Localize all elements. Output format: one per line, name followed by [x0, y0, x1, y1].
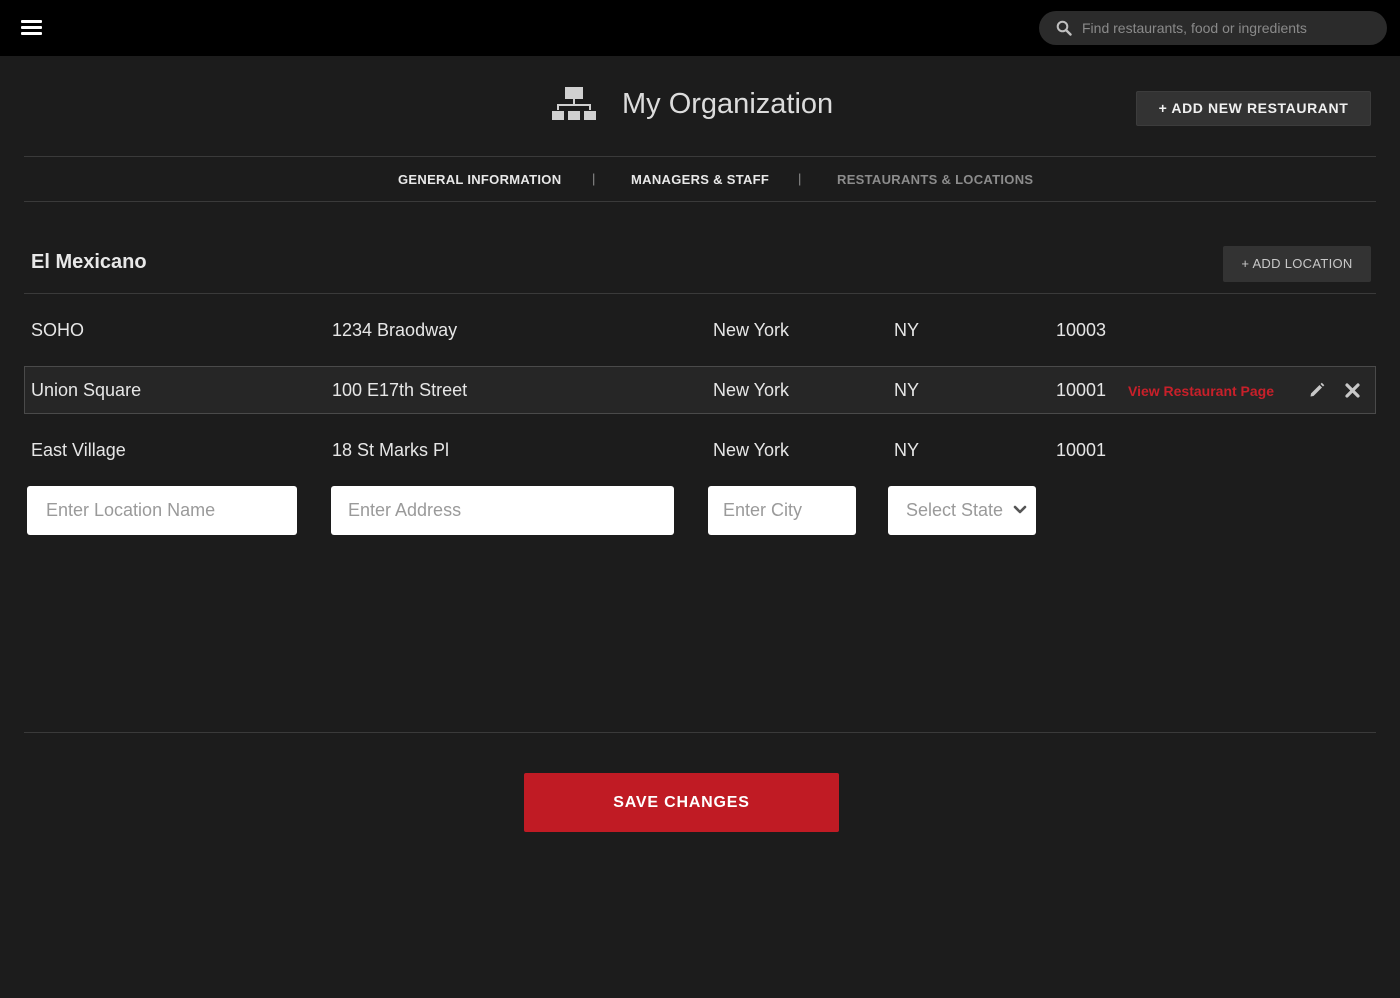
location-city: New York — [713, 380, 790, 400]
location-row-selected[interactable]: Union Square 100 E17th Street New York N… — [24, 366, 1376, 414]
restaurant-name: El Mexicano — [31, 251, 147, 273]
location-state: NY — [894, 440, 920, 460]
search-input[interactable] — [1082, 11, 1377, 45]
location-row[interactable]: SOHO 1234 Braodway New York NY 10003 — [24, 306, 1376, 354]
org-chart-icon — [552, 87, 596, 120]
chevron-down-icon — [1013, 505, 1027, 514]
close-icon[interactable] — [1345, 383, 1360, 398]
add-location-button[interactable]: + ADD LOCATION — [1223, 246, 1371, 282]
location-name: Union Square — [31, 380, 142, 400]
location-zip: 10003 — [1056, 320, 1107, 340]
tab-separator: | — [592, 171, 596, 186]
location-city: New York — [713, 320, 790, 340]
location-city: New York — [713, 440, 790, 460]
search-icon — [1056, 20, 1072, 36]
location-state: NY — [894, 320, 920, 340]
pencil-icon[interactable] — [1309, 382, 1325, 398]
tab-restaurants-locations[interactable]: RESTAURANTS & LOCATIONS — [837, 172, 1033, 187]
top-bar — [0, 0, 1400, 56]
hamburger-menu-icon[interactable] — [21, 19, 42, 36]
divider — [24, 293, 1376, 294]
location-address: 100 E17th Street — [332, 380, 468, 400]
city-input[interactable] — [708, 486, 856, 535]
location-zip: 10001 — [1056, 380, 1107, 400]
location-state: NY — [894, 380, 920, 400]
view-restaurant-page-link[interactable]: View Restaurant Page — [1128, 368, 1274, 414]
location-row[interactable]: East Village 18 St Marks Pl New York NY … — [24, 426, 1376, 474]
location-address: 1234 Braodway — [332, 320, 458, 340]
page-title: My Organization — [622, 88, 834, 120]
location-name: SOHO — [31, 320, 85, 340]
save-changes-button[interactable]: SAVE CHANGES — [524, 773, 839, 832]
location-zip: 10001 — [1056, 440, 1107, 460]
divider — [24, 201, 1376, 202]
tab-general-information[interactable]: GENERAL INFORMATION — [398, 172, 561, 187]
location-name-input[interactable] — [27, 486, 297, 535]
add-new-restaurant-button[interactable]: + ADD NEW RESTAURANT — [1136, 91, 1371, 126]
state-select-placeholder: Select State — [906, 500, 1004, 520]
search-bar[interactable] — [1039, 11, 1387, 45]
tab-separator: | — [798, 171, 802, 186]
location-address: 18 St Marks Pl — [332, 440, 450, 460]
tab-managers-staff[interactable]: MANAGERS & STAFF — [631, 172, 769, 187]
divider — [24, 732, 1376, 733]
tab-bar: GENERAL INFORMATION | MANAGERS & STAFF |… — [0, 157, 1400, 201]
address-input[interactable] — [331, 486, 674, 535]
location-name: East Village — [31, 440, 126, 460]
